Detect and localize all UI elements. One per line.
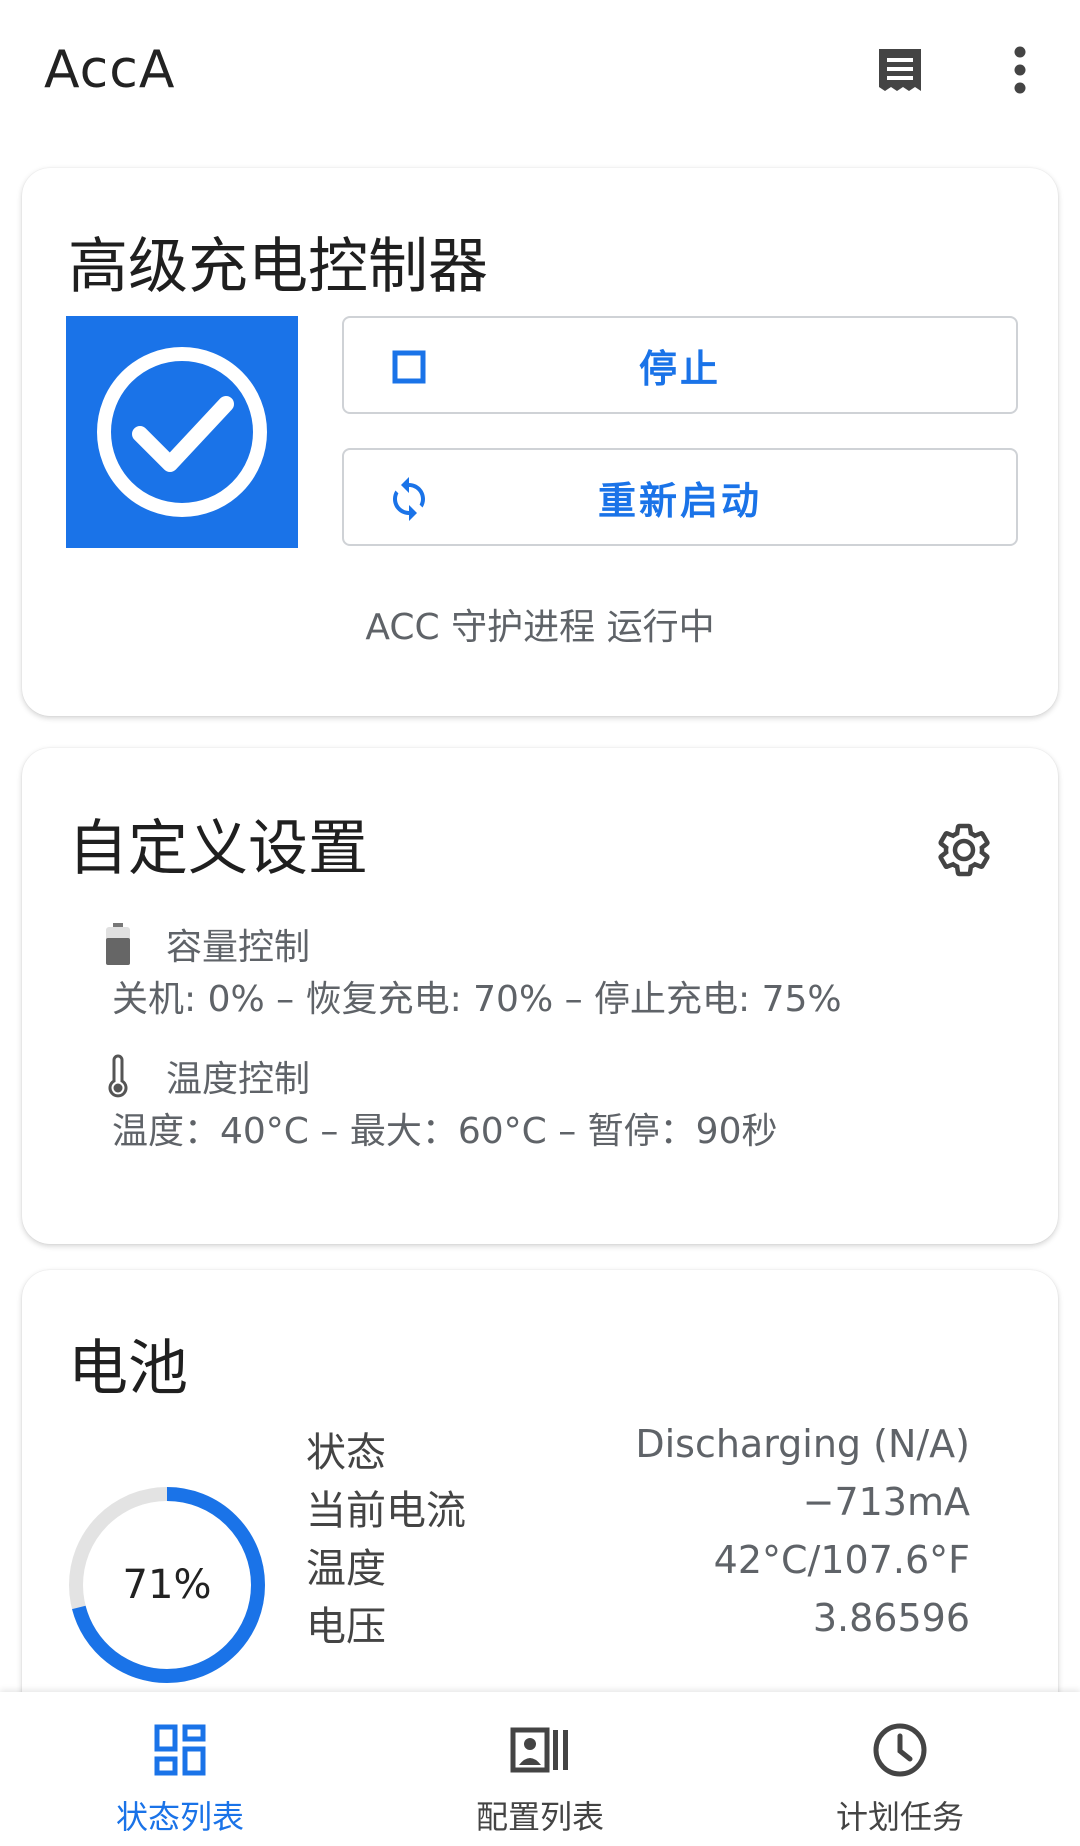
- restart-label: 重新启动: [597, 478, 762, 523]
- thermometer-icon: [100, 1053, 136, 1099]
- custom-settings-card: 自定义设置 容量控制 关机: 0% – 恢复充电: 70% – 停止充电: 75…: [22, 748, 1058, 1244]
- gear-icon: [938, 823, 990, 877]
- battery-level-label: 71%: [122, 1562, 212, 1608]
- stat-label-status: 状态: [306, 1430, 386, 1476]
- card-title: 高级充电控制器: [68, 232, 488, 302]
- log-icon: [879, 49, 921, 91]
- stat-value-temperature: 42°C/107.6°F: [713, 1538, 970, 1582]
- daemon-status-text: ACC 守护进程 运行中: [365, 607, 715, 648]
- nav-label-schedules: 计划任务: [835, 1798, 964, 1836]
- more-vert-icon: [1014, 46, 1026, 94]
- capacity-control-title: 容量控制: [166, 927, 311, 968]
- sync-icon: [384, 474, 434, 524]
- stop-square-icon: [384, 342, 434, 392]
- capacity-control-detail: 关机: 0% – 恢复充电: 70% – 停止充电: 75%: [112, 979, 842, 1020]
- acc-controller-card: 高级充电控制器 停止 重新启动 ACC 守护进程 运行中: [22, 168, 1058, 716]
- settings-button[interactable]: [932, 818, 996, 882]
- stat-value-voltage: 3.86596: [812, 1596, 970, 1640]
- nav-item-schedules[interactable]: 计划任务: [720, 1692, 1080, 1846]
- restart-button[interactable]: 重新启动: [342, 448, 1018, 546]
- clock-icon: [870, 1720, 930, 1780]
- card-title: 电池: [68, 1334, 188, 1404]
- dashboard-icon: [150, 1720, 210, 1780]
- stat-value-current: −713mA: [802, 1480, 970, 1524]
- profiles-icon: [510, 1720, 570, 1780]
- stat-label-temperature: 温度: [306, 1546, 386, 1592]
- nav-item-profiles[interactable]: 配置列表: [360, 1692, 720, 1846]
- stat-label-voltage: 电压: [306, 1604, 386, 1650]
- stat-value-status: Discharging (N/A): [635, 1422, 970, 1466]
- nav-label-status: 状态列表: [115, 1798, 244, 1836]
- daemon-status-tile: [66, 316, 298, 548]
- app-bar: AccA: [0, 0, 1080, 150]
- stop-button[interactable]: 停止: [342, 316, 1018, 414]
- app-title: AccA: [44, 40, 176, 100]
- check-circle-icon: [97, 347, 267, 517]
- temperature-control-title: 温度控制: [166, 1059, 311, 1100]
- nav-item-status[interactable]: 状态列表: [0, 1692, 360, 1846]
- bottom-navigation: 状态列表 配置列表 计划任务: [0, 1692, 1080, 1846]
- nav-label-profiles: 配置列表: [475, 1798, 604, 1836]
- temperature-control-detail: 温度：40°C – 最大：60°C – 暂停：90秒: [112, 1111, 778, 1152]
- capacity-control-header: 容量控制: [100, 918, 310, 970]
- temperature-control-header: 温度控制: [100, 1050, 310, 1102]
- log-button[interactable]: [870, 40, 930, 100]
- card-title: 自定义设置: [68, 814, 368, 884]
- more-options-button[interactable]: [990, 40, 1050, 100]
- battery-icon: [100, 921, 136, 967]
- stat-label-current: 当前电流: [306, 1488, 466, 1534]
- stop-label: 停止: [638, 346, 721, 391]
